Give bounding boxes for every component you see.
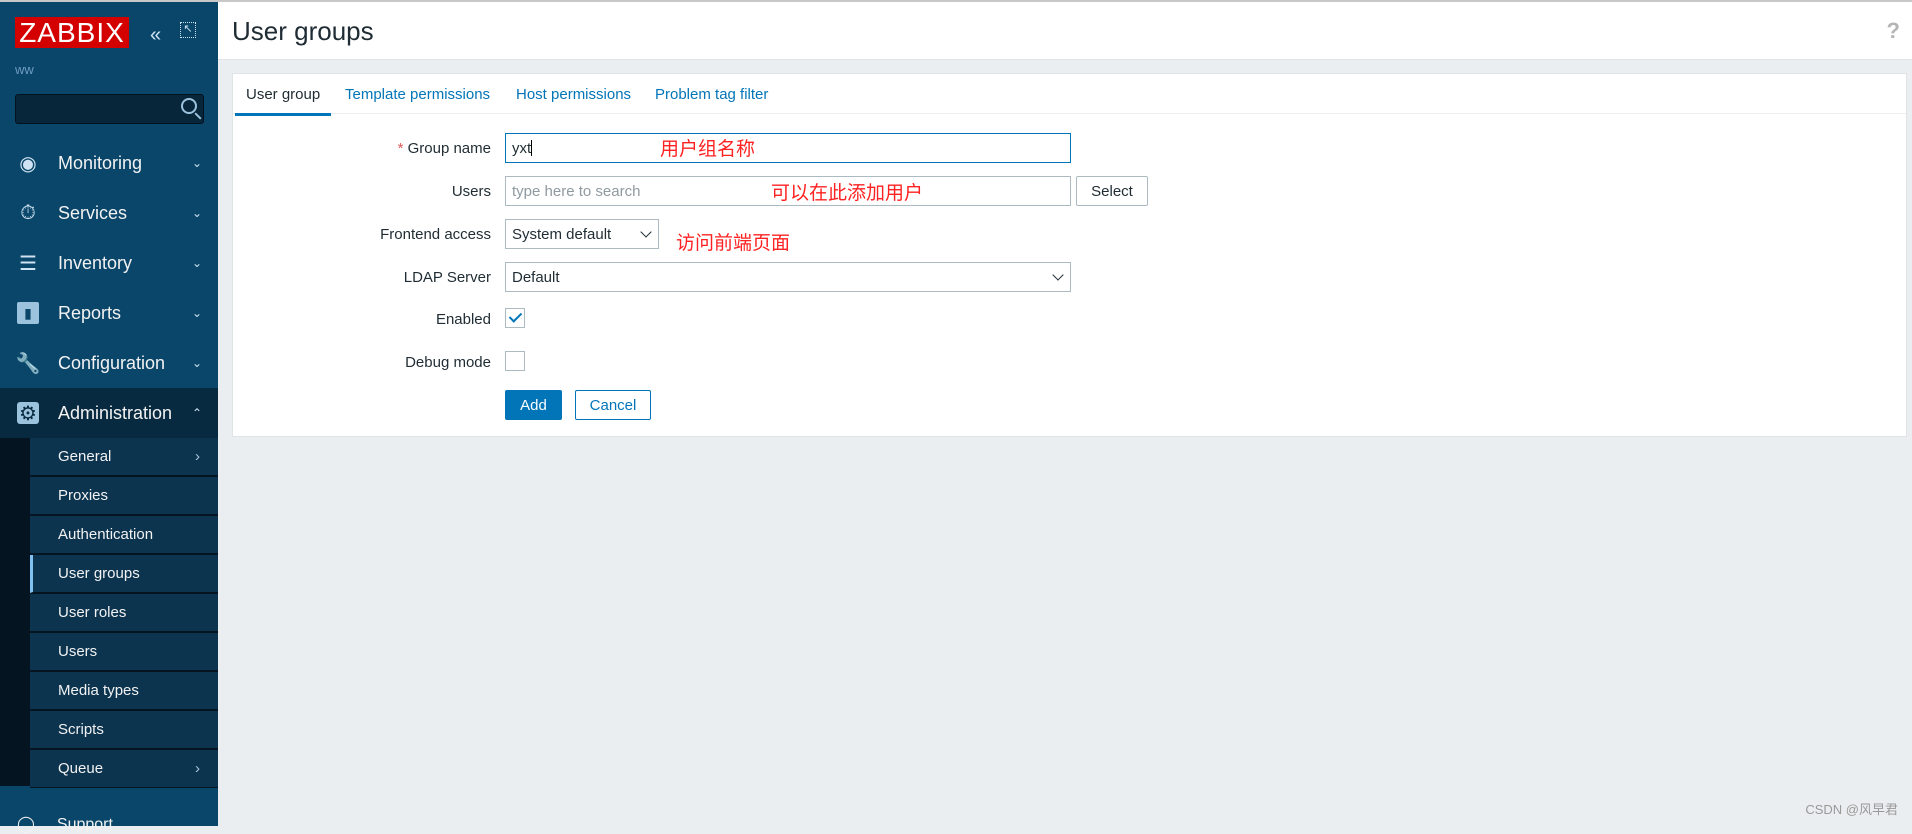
submenu-users[interactable]: Users	[30, 633, 218, 671]
stopwatch-icon: ⏱	[20, 201, 36, 224]
menu-label: Administration	[58, 402, 173, 423]
submenu-media-types[interactable]: Media types	[30, 672, 218, 710]
menu-support[interactable]: ◯ Support	[17, 814, 113, 834]
chevron-right-icon: ›	[195, 448, 200, 465]
user-group-form: User group Template permissions Host per…	[232, 73, 1907, 437]
gear-icon: ⚙	[17, 402, 39, 425]
submenu-label: Users	[58, 643, 98, 660]
menu-administration[interactable]: ⚙ Administration ⌃	[0, 388, 218, 438]
server-name: ww	[15, 62, 34, 77]
placeholder: type here to search	[512, 182, 641, 200]
debug-mode-checkbox[interactable]	[505, 351, 525, 371]
tab-bar: User group Template permissions Host per…	[233, 74, 1906, 116]
watermark: CSDN @风早君	[1805, 802, 1898, 817]
collapse-sidebar-icon[interactable]: «	[150, 24, 161, 47]
add-button[interactable]: Add	[505, 390, 562, 420]
submenu-user-groups[interactable]: User groups	[30, 555, 218, 593]
submenu-authentication[interactable]: Authentication	[30, 516, 218, 554]
submenu-general[interactable]: General ›	[30, 438, 218, 476]
frontend-access-label: Frontend access	[380, 226, 491, 243]
ldap-server-label: LDAP Server	[403, 269, 491, 286]
chevron-down-icon: ⌄	[191, 306, 202, 320]
chevron-right-icon: ›	[195, 760, 200, 777]
menu-inventory[interactable]: ☰ Inventory ⌄	[0, 238, 218, 288]
sidebar: ZABBIX « ↖ ww ◉ Monitoring ⌄ ⏱ Services ⌄ ☰ I…	[0, 2, 218, 833]
tab-host-permissions[interactable]: Host permissions	[516, 86, 631, 103]
wrench-icon: 🔧	[15, 352, 41, 375]
list-icon: ☰	[19, 252, 37, 275]
chevron-down-icon: ⌄	[191, 206, 202, 220]
select-value: Default	[512, 268, 560, 286]
debug-mode-label: Debug mode	[405, 354, 491, 371]
tab-problem-tag-filter[interactable]: Problem tag filter	[655, 86, 768, 103]
annotation-frontend: 访问前端页面	[676, 233, 791, 254]
submenu-label: Queue	[58, 760, 104, 777]
menu-label: Services	[58, 202, 128, 223]
submenu-label: Proxies	[58, 487, 109, 504]
submenu-label: User roles	[58, 604, 127, 621]
select-users-button[interactable]: Select	[1076, 176, 1148, 206]
annotation-group-name: 用户组名称	[660, 139, 756, 160]
menu-label: Configuration	[58, 352, 166, 373]
support-icon: ◯	[17, 816, 35, 833]
help-icon[interactable]: ?	[1887, 18, 1900, 44]
sidebar-search-input[interactable]	[15, 94, 204, 124]
submenu-label: Authentication	[58, 526, 154, 543]
submenu-proxies[interactable]: Proxies	[30, 477, 218, 515]
tab-template-permissions[interactable]: Template permissions	[345, 86, 490, 103]
annotation-users: 可以在此添加用户	[771, 183, 924, 204]
label-text: Group name	[407, 140, 491, 157]
chevron-down-icon: ⌄	[191, 156, 202, 170]
submenu-label: Media types	[58, 682, 139, 699]
menu-services[interactable]: ⏱ Services ⌄	[0, 188, 218, 238]
menu-monitoring[interactable]: ◉ Monitoring ⌄	[0, 138, 218, 188]
menu-label: Support	[56, 816, 113, 833]
menu-configuration[interactable]: 🔧 Configuration ⌄	[0, 338, 218, 388]
bar-chart-icon: ▮	[17, 302, 39, 324]
zabbix-logo[interactable]: ZABBIX	[15, 17, 129, 48]
search-icon[interactable]	[181, 98, 197, 114]
submenu-user-roles[interactable]: User roles	[30, 594, 218, 632]
chevron-down-icon: ⌄	[191, 256, 202, 270]
page-header: User groups ?	[218, 2, 1912, 60]
menu-label: Monitoring	[58, 152, 143, 173]
administration-submenu: General › Proxies Authentication User gro…	[0, 438, 218, 788]
cancel-button[interactable]: Cancel	[575, 390, 651, 420]
page-title: User groups	[232, 16, 374, 46]
chevron-down-icon	[1052, 269, 1064, 281]
menu-label: Inventory	[58, 252, 133, 273]
chevron-down-icon: ⌄	[191, 356, 202, 370]
check-icon	[508, 309, 523, 323]
submenu-queue[interactable]: Queue ›	[30, 750, 218, 788]
submenu-scripts[interactable]: Scripts	[30, 711, 218, 749]
input-value: yxt	[512, 139, 532, 157]
chevron-down-icon	[640, 226, 652, 238]
ldap-server-select[interactable]: Default	[505, 262, 1071, 292]
select-value: System default	[512, 225, 612, 243]
text-cursor	[531, 140, 533, 156]
submenu-label: User groups	[58, 565, 140, 582]
tab-user-group[interactable]: User group	[235, 86, 332, 116]
submenu-label: General	[58, 448, 112, 465]
users-label: Users	[451, 183, 491, 200]
eye-icon: ◉	[19, 152, 37, 175]
enabled-label: Enabled	[435, 311, 491, 328]
enabled-checkbox[interactable]	[505, 308, 525, 328]
required-asterisk: *	[397, 140, 408, 157]
group-name-input[interactable]: yxt	[505, 133, 1071, 163]
submenu-label: Scripts	[58, 721, 104, 738]
group-name-label: * Group name	[398, 140, 491, 157]
menu-label: Reports	[58, 302, 122, 323]
chevron-up-icon: ⌃	[191, 406, 202, 420]
kiosk-mode-icon[interactable]: ↖	[180, 22, 196, 38]
frontend-access-select[interactable]: System default	[505, 219, 659, 249]
menu-reports[interactable]: ▮ Reports ⌄	[0, 288, 218, 338]
